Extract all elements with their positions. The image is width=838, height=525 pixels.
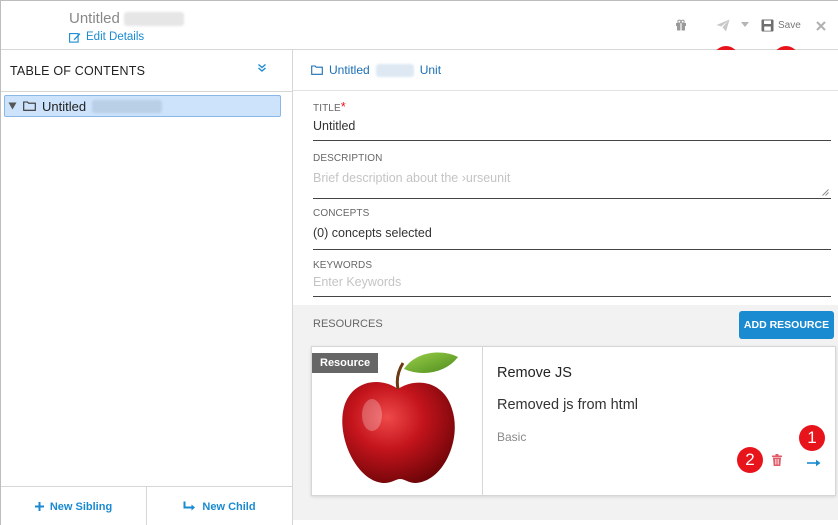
toc-item-root[interactable]: Untitled xyxy=(4,95,281,117)
resize-handle-icon[interactable] xyxy=(822,189,829,196)
resources-label: RESOURCES xyxy=(313,318,383,330)
child-arrow-icon xyxy=(183,501,196,511)
caret-right-icon[interactable] xyxy=(8,102,17,110)
annotation-badge-2: 2 xyxy=(737,447,763,473)
title-field[interactable]: TITLE* Untitled xyxy=(313,99,831,141)
close-icon xyxy=(816,21,826,31)
resource-description: Removed js from html xyxy=(497,397,639,413)
publish-button[interactable] xyxy=(716,19,730,32)
new-child-label: New Child xyxy=(202,500,256,513)
sidebar: TABLE OF CONTENTS Untitled New Sibling N… xyxy=(1,50,293,525)
toc-title: TABLE OF CONTENTS xyxy=(10,64,146,78)
resource-title: Remove JS xyxy=(497,365,572,381)
delete-resource-button[interactable] xyxy=(772,453,782,471)
breadcrumb-name: Untitled xyxy=(329,63,370,77)
edit-details-label: Edit Details xyxy=(86,31,145,43)
save-label: Save xyxy=(778,20,801,31)
close-button[interactable] xyxy=(816,21,826,31)
save-icon xyxy=(761,19,774,32)
save-button[interactable]: Save xyxy=(761,19,801,32)
breadcrumb-type: Unit xyxy=(419,63,442,77)
redacted-text xyxy=(375,63,414,77)
concepts-label: CONCEPTS xyxy=(313,208,370,219)
open-resource-button[interactable] xyxy=(807,454,821,472)
resource-level: Basic xyxy=(497,430,527,444)
concepts-field[interactable]: CONCEPTS (0) concepts selected xyxy=(313,208,831,250)
description-input[interactable]: Brief description about the ›urseunit xyxy=(313,171,831,185)
sidebar-footer: New Sibling New Child xyxy=(1,486,292,525)
publish-dropdown[interactable] xyxy=(741,22,749,27)
annotation-badge-1: 1 xyxy=(799,425,825,451)
resource-card[interactable]: Resource Remove JS Removed js from html … xyxy=(311,346,836,496)
redacted-text xyxy=(124,12,185,27)
double-chevron-down-icon xyxy=(258,63,266,72)
folder-icon xyxy=(311,65,323,75)
divider xyxy=(293,90,838,91)
new-child-button[interactable]: New Child xyxy=(146,487,292,525)
keywords-label: KEYWORDS xyxy=(313,260,373,271)
toc-header: TABLE OF CONTENTS xyxy=(1,50,292,92)
title-input[interactable]: Untitled xyxy=(313,119,831,133)
description-field[interactable]: DESCRIPTION Brief description about the … xyxy=(313,153,831,199)
keywords-field[interactable]: KEYWORDS Enter Keywords xyxy=(313,260,831,297)
top-bar: Untitled Edit Details Save xyxy=(1,1,838,50)
redacted-text xyxy=(92,99,163,113)
add-resource-button[interactable]: ADD RESOURCE xyxy=(739,311,834,339)
breadcrumb[interactable]: Untitled Unit xyxy=(311,63,441,77)
toc-item-label: Untitled xyxy=(42,98,87,114)
new-sibling-button[interactable]: New Sibling xyxy=(1,487,146,525)
description-label: DESCRIPTION xyxy=(313,153,383,164)
gift-button[interactable] xyxy=(675,19,687,31)
arrow-right-icon xyxy=(807,459,821,467)
app-window: Untitled Edit Details Save TABLE OF CONT… xyxy=(0,0,838,525)
plus-icon xyxy=(34,502,44,511)
resource-thumbnail: Resource xyxy=(312,347,483,495)
folder-icon xyxy=(23,101,36,111)
document-title-text: Untitled xyxy=(69,10,120,27)
document-title: Untitled xyxy=(69,10,185,27)
keywords-input[interactable]: Enter Keywords xyxy=(313,275,831,289)
concepts-value[interactable]: (0) concepts selected xyxy=(313,226,831,240)
caret-down-icon xyxy=(741,22,749,27)
send-icon xyxy=(716,19,730,32)
edit-icon xyxy=(69,32,81,43)
gift-icon xyxy=(676,19,686,31)
title-label: TITLE* xyxy=(313,99,346,114)
edit-details-link[interactable]: Edit Details xyxy=(69,31,144,43)
trash-icon xyxy=(772,454,782,466)
new-sibling-label: New Sibling xyxy=(49,500,113,513)
resource-tag: Resource xyxy=(312,353,379,373)
collapse-all-button[interactable] xyxy=(257,60,267,78)
resources-section: RESOURCES ADD RESOURCE Resource Remove J… xyxy=(293,305,838,520)
